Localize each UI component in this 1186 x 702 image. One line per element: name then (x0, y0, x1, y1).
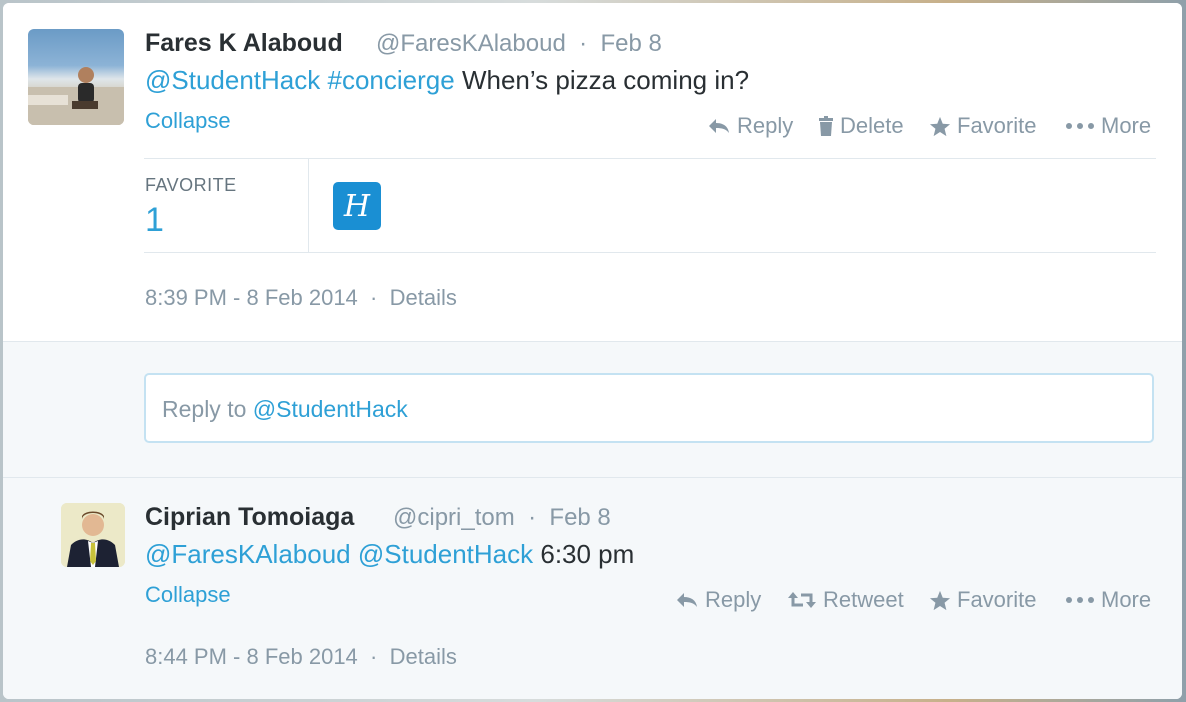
tweet-date[interactable]: Feb 8 (549, 504, 610, 531)
avatar-photo (28, 67, 124, 125)
mention-link[interactable]: @StudentHack (145, 65, 320, 95)
tweet-timestamp-row: 8:39 PM - 8 Feb 2014 · Details (145, 285, 457, 311)
hashtag-link[interactable]: #concierge (328, 65, 455, 95)
conversation-card: Fares K Alaboud @FaresKAlaboud · Feb 8 @… (3, 3, 1182, 699)
avatar[interactable] (28, 29, 124, 125)
retweet-button[interactable]: Retweet (787, 587, 904, 613)
favorite-button[interactable]: Favorite (929, 587, 1036, 613)
reply-mention: @StudentHack (252, 396, 408, 422)
tweet-text: @FaresKAlaboud @StudentHack 6:30 pm (145, 539, 634, 570)
star-icon (929, 590, 951, 610)
tweet-expanded[interactable]: Fares K Alaboud @FaresKAlaboud · Feb 8 @… (3, 3, 1182, 341)
delete-button[interactable]: Delete (818, 113, 904, 139)
ellipsis-icon (1066, 123, 1094, 129)
mention-link[interactable]: @StudentHack (358, 539, 533, 569)
trash-icon (819, 116, 833, 136)
separator-dot: · (572, 30, 594, 57)
tweet-timestamp-row: 8:44 PM - 8 Feb 2014 · Details (145, 644, 457, 670)
author-handle[interactable]: @cipri_tom · Feb 8 (393, 504, 611, 532)
tweet-body: When’s pizza coming in? (461, 65, 750, 95)
reply-button[interactable]: Reply (707, 113, 793, 139)
reply-input[interactable]: Reply to @StudentHack (144, 373, 1154, 443)
more-button[interactable]: More (1065, 587, 1151, 613)
tweet-body: 6:30 pm (540, 539, 635, 569)
author-handle[interactable]: @FaresKAlaboud · Feb 8 (376, 30, 662, 58)
separator-dot: · (363, 644, 384, 669)
avatar-photo (61, 503, 125, 567)
mention-link[interactable]: @FaresKAlaboud (145, 539, 351, 569)
handle-text: @FaresKAlaboud (376, 30, 566, 57)
favorite-stat-label: FAVORITE (145, 175, 237, 195)
more-label: More (1101, 113, 1152, 138)
reply-label: Reply (705, 587, 762, 612)
details-link[interactable]: Details (390, 285, 457, 310)
tweet-date[interactable]: Feb 8 (600, 30, 661, 57)
handle-text: @cipri_tom (393, 504, 515, 531)
separator-dot: · (521, 504, 543, 531)
star-icon (929, 116, 951, 136)
reply-prefix: Reply to (162, 396, 247, 422)
stats-divider (308, 159, 309, 253)
tweet-timestamp: 8:44 PM - 8 Feb 2014 (145, 644, 358, 669)
reply-icon (709, 119, 729, 133)
more-label: More (1101, 587, 1152, 612)
details-link[interactable]: Details (390, 644, 457, 669)
favoriter-avatar[interactable]: H (333, 182, 381, 230)
author-name[interactable]: Ciprian Tomoiaga (145, 503, 354, 532)
favorite-label: Favorite (957, 587, 1037, 612)
delete-label: Delete (840, 113, 904, 138)
ellipsis-icon (1066, 597, 1094, 603)
avatar[interactable] (61, 503, 125, 567)
more-button[interactable]: More (1065, 113, 1151, 139)
favorite-button[interactable]: Favorite (929, 113, 1036, 139)
retweet-icon (788, 592, 816, 608)
author-name[interactable]: Fares K Alaboud (145, 29, 343, 58)
collapse-link[interactable]: Collapse (145, 582, 231, 608)
reply-label: Reply (737, 113, 794, 138)
separator-dot: · (363, 285, 384, 310)
divider (144, 252, 1156, 253)
favorite-label: Favorite (957, 113, 1037, 138)
tweet-timestamp: 8:39 PM - 8 Feb 2014 (145, 285, 358, 310)
retweet-label: Retweet (823, 587, 904, 612)
divider (144, 158, 1156, 159)
collapse-link[interactable]: Collapse (145, 108, 231, 134)
favorite-stat-count[interactable]: 1 (145, 201, 164, 240)
reply-icon (677, 593, 697, 607)
reply-button[interactable]: Reply (675, 587, 761, 613)
reply-placeholder: Reply to @StudentHack (162, 396, 408, 423)
tweet-text: @StudentHack #concierge When’s pizza com… (145, 65, 749, 96)
